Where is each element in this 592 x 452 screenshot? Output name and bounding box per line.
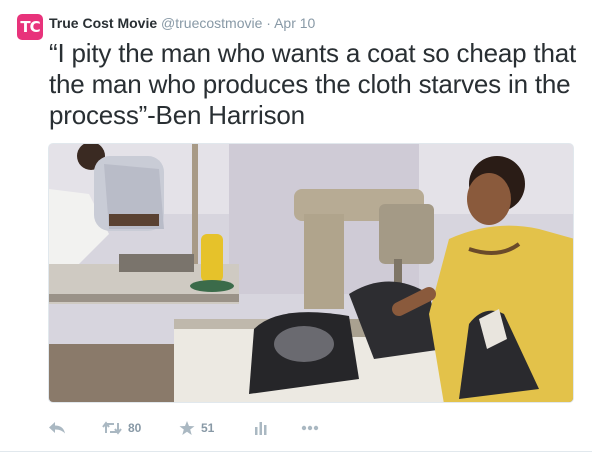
tweet-card[interactable]: TC True Cost Movie @truecostmovie · Apr … bbox=[0, 0, 592, 452]
favorite-button[interactable]: 51 bbox=[179, 418, 214, 438]
retweet-button[interactable]: 80 bbox=[102, 418, 141, 438]
retweet-icon bbox=[102, 421, 122, 435]
photo-illustration bbox=[49, 144, 573, 402]
tweet-timestamp[interactable]: Apr 10 bbox=[274, 15, 315, 31]
retweet-count[interactable]: 80 bbox=[128, 421, 141, 435]
favorite-count[interactable]: 51 bbox=[201, 421, 214, 435]
analytics-button[interactable] bbox=[254, 418, 268, 438]
avatar[interactable]: TC bbox=[17, 14, 43, 40]
favorite-icon bbox=[179, 420, 195, 436]
separator-dot: · bbox=[266, 15, 271, 31]
tweet-photo[interactable] bbox=[48, 143, 574, 403]
tweet-text: “I pity the man who wants a coat so chea… bbox=[49, 38, 576, 130]
reply-icon bbox=[48, 421, 66, 435]
more-button[interactable] bbox=[301, 418, 319, 438]
author-handle[interactable]: @truecostmovie bbox=[161, 15, 262, 31]
tweet-header: True Cost Movie @truecostmovie · Apr 10 bbox=[49, 14, 315, 32]
more-icon bbox=[301, 425, 319, 431]
analytics-icon bbox=[254, 421, 268, 435]
reply-button[interactable] bbox=[48, 418, 66, 438]
author-name[interactable]: True Cost Movie bbox=[49, 15, 157, 31]
